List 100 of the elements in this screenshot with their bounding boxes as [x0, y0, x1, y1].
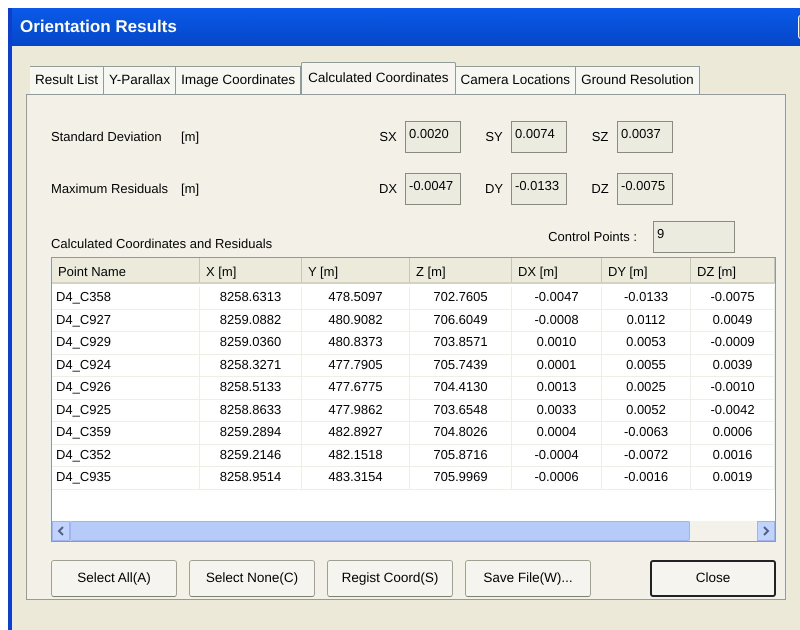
- table-cell: 8259.0360: [200, 332, 302, 354]
- table-cell: 704.8026: [410, 422, 512, 444]
- table-cell: -0.0063: [602, 422, 691, 444]
- value-field: 0.0074: [511, 121, 567, 153]
- column-header[interactable]: DX [m]: [512, 258, 602, 282]
- tab[interactable]: Y-Parallax: [104, 66, 176, 94]
- table-cell: D4_C927: [52, 310, 200, 331]
- table-cell: 704.4130: [410, 377, 512, 398]
- table-cell: D4_C352: [52, 444, 200, 466]
- table-cell: -0.0042: [691, 400, 775, 421]
- action-button[interactable]: Select All(A): [51, 560, 177, 597]
- table-cell: 483.3154: [302, 467, 410, 488]
- table-cell: 0.0049: [691, 310, 775, 331]
- table-cell: 703.6548: [410, 400, 512, 421]
- table-cell: 0.0006: [691, 422, 775, 444]
- value-field: -0.0133: [511, 173, 567, 205]
- table-cell: -0.0006: [512, 467, 602, 488]
- column-header[interactable]: X [m]: [200, 258, 302, 282]
- table-cell: 477.6775: [302, 377, 410, 398]
- scroll-left-icon[interactable]: [52, 521, 70, 541]
- action-button[interactable]: Select None(C): [189, 560, 315, 597]
- table-cell: 0.0013: [512, 377, 602, 398]
- value-field: -0.0075: [617, 173, 673, 205]
- table-cell: 0.0112: [602, 310, 691, 331]
- close-button[interactable]: Close: [650, 560, 776, 597]
- table-cell: 8259.2894: [200, 422, 302, 444]
- table-cell: 8258.6313: [200, 287, 302, 308]
- column-header[interactable]: DY [m]: [602, 258, 691, 282]
- scroll-right-icon[interactable]: [757, 521, 775, 541]
- window-title: Orientation Results: [20, 16, 177, 38]
- column-header[interactable]: Z [m]: [410, 258, 512, 282]
- table-cell: 0.0025: [602, 377, 691, 398]
- table-cell: 480.8373: [302, 332, 410, 354]
- table-cell: 0.0004: [512, 422, 602, 444]
- table-cell: D4_C358: [52, 287, 200, 308]
- table-cell: D4_C924: [52, 354, 200, 376]
- table-cell: 8259.0882: [200, 310, 302, 331]
- table-cell: 0.0033: [512, 400, 602, 421]
- table-cell: 0.0052: [602, 400, 691, 421]
- table-cell: 8258.5133: [200, 377, 302, 398]
- stat-label: Maximum Residuals: [51, 180, 170, 198]
- unit-label: [m]: [181, 180, 200, 198]
- table-cell: 480.9082: [302, 310, 410, 331]
- table-cell: 0.0016: [691, 444, 775, 466]
- table-cell: 477.9862: [302, 400, 410, 421]
- tab[interactable]: Image Coordinates: [176, 66, 302, 94]
- table-cell: D4_C359: [52, 422, 200, 444]
- tab[interactable]: Ground Resolution: [576, 66, 700, 94]
- table-cell: 0.0010: [512, 332, 602, 354]
- value-field: 0.0020: [405, 121, 461, 153]
- axis-label: DY: [484, 180, 504, 198]
- table-cell: 482.1518: [302, 444, 410, 466]
- table-cell: -0.0016: [602, 467, 691, 488]
- table-cell: 706.6049: [410, 310, 512, 331]
- tab[interactable]: Camera Locations: [456, 66, 576, 94]
- table-cell: 8258.9514: [200, 467, 302, 488]
- value-field: 0.0037: [617, 121, 673, 153]
- table-cell: 0.0053: [602, 332, 691, 354]
- table-cell: -0.0047: [512, 287, 602, 308]
- table-cell: -0.0008: [512, 310, 602, 331]
- table-cell: 705.7439: [410, 354, 512, 376]
- action-button[interactable]: Regist Coord(S): [327, 560, 453, 597]
- control-points-label: Control Points :: [548, 228, 637, 246]
- column-header[interactable]: Y [m]: [302, 258, 410, 282]
- table-cell: 0.0019: [691, 467, 775, 488]
- table-cell: 705.8716: [410, 444, 512, 466]
- table-cell: -0.0075: [691, 287, 775, 308]
- unit-label: [m]: [181, 128, 200, 146]
- table-cell: D4_C926: [52, 377, 200, 398]
- value-field: 9: [653, 221, 735, 253]
- table-cell: 8258.3271: [200, 354, 302, 376]
- table-title: Calculated Coordinates and Residuals: [51, 234, 272, 252]
- table-cell: 478.5097: [302, 287, 410, 308]
- table-cell: -0.0133: [602, 287, 691, 308]
- table-cell: 8259.2146: [200, 444, 302, 466]
- table-cell: -0.0072: [602, 444, 691, 466]
- table-cell: 703.8571: [410, 332, 512, 354]
- table-cell: 477.7905: [302, 354, 410, 376]
- tab[interactable]: Calculated Coordinates: [301, 62, 456, 94]
- table-cell: 482.8927: [302, 422, 410, 444]
- axis-label: SX: [378, 128, 398, 146]
- table-cell: D4_C929: [52, 332, 200, 354]
- table-cell: -0.0009: [691, 332, 775, 354]
- table-cell: 8258.8633: [200, 400, 302, 421]
- tab[interactable]: Result List: [30, 66, 104, 94]
- table-cell: 702.7605: [410, 287, 512, 308]
- column-header[interactable]: DZ [m]: [691, 258, 775, 282]
- axis-label: SZ: [590, 128, 610, 146]
- stat-label: Standard Deviation: [51, 128, 163, 146]
- table-cell: -0.0010: [691, 377, 775, 398]
- table-cell: 0.0001: [512, 354, 602, 376]
- axis-label: SY: [484, 128, 504, 146]
- axis-label: DZ: [590, 180, 610, 198]
- action-button[interactable]: Save File(W)...: [465, 560, 591, 597]
- axis-label: DX: [378, 180, 398, 198]
- table-cell: 0.0039: [691, 354, 775, 376]
- table-cell: D4_C925: [52, 400, 200, 421]
- column-header[interactable]: Point Name: [52, 258, 200, 282]
- table-cell: D4_C935: [52, 467, 200, 488]
- table-cell: -0.0004: [512, 444, 602, 466]
